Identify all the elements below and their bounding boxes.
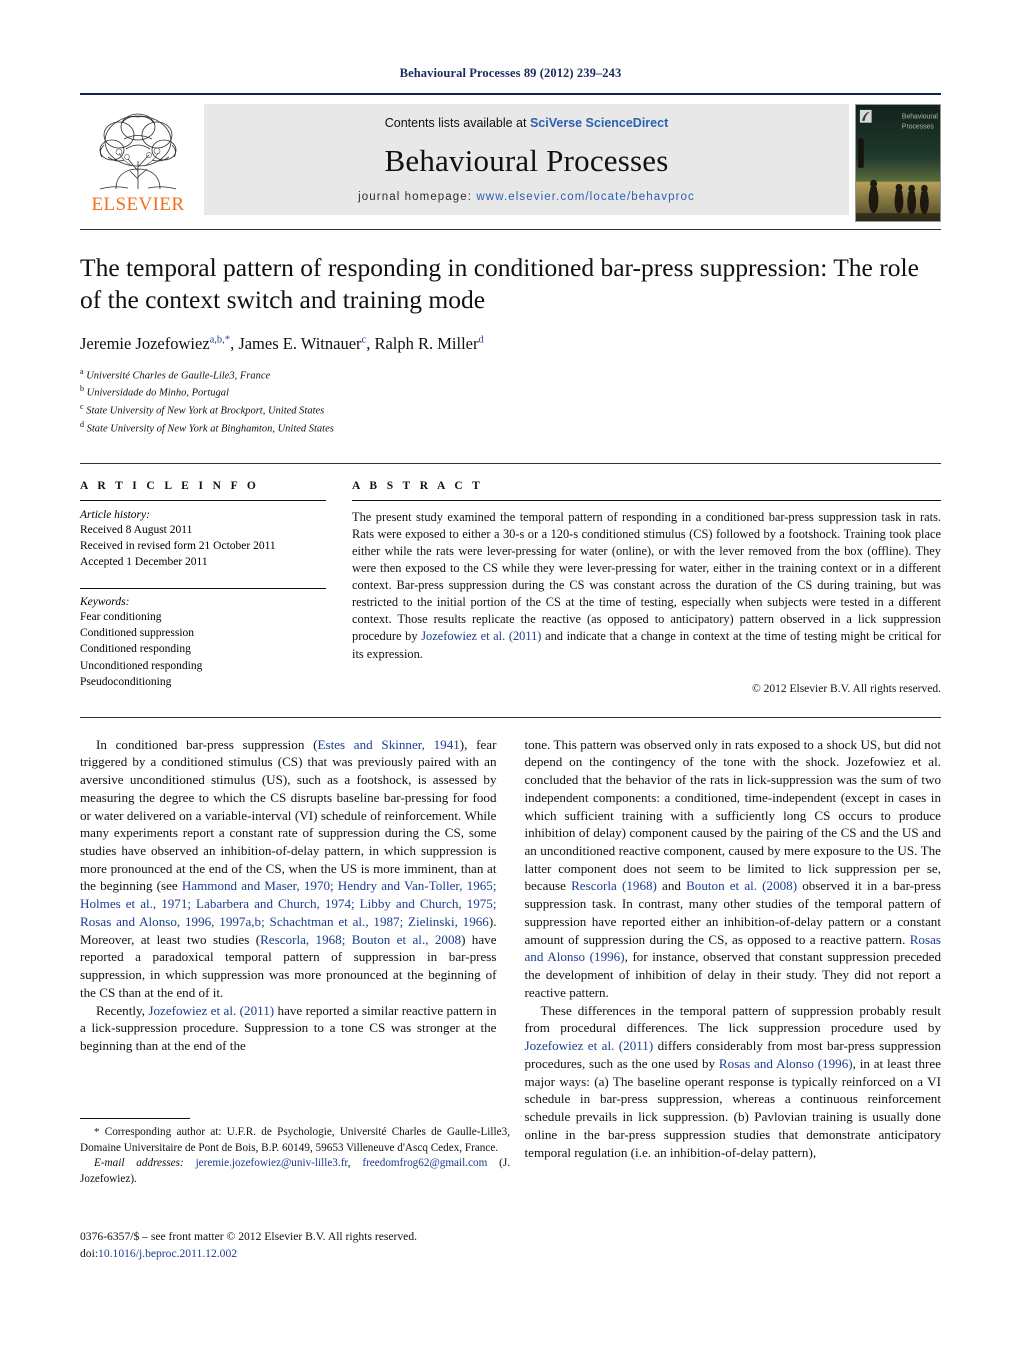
keyword-item: Conditioned responding <box>80 643 191 656</box>
title-block: The temporal pattern of responding in co… <box>80 230 941 437</box>
affiliation-marker: a <box>80 366 84 376</box>
affiliation-marker: b <box>80 384 84 394</box>
elsevier-tree-icon <box>99 113 177 190</box>
journal-homepage-line: journal homepage: www.elsevier.com/locat… <box>358 191 695 203</box>
article-info-heading: A R T I C L E I N F O <box>80 479 260 492</box>
affiliation-item: d State University of New York at Bingha… <box>80 419 941 437</box>
affiliation-marker: d <box>80 419 84 429</box>
journal-masthead: ELSEVIER Contents lists available at Sci… <box>80 93 941 222</box>
keyword-item: Fear conditioning <box>80 610 162 623</box>
elsevier-logo: ELSEVIER <box>80 104 196 215</box>
contents-lists-prefix: Contents lists available at <box>384 116 530 130</box>
contents-lists-line: Contents lists available at SciVerse Sci… <box>385 116 669 130</box>
affiliation-text: State University of New York at Binghamt… <box>86 423 334 435</box>
affiliation-item: a Université Charles de Gaulle-Lile3, Fr… <box>80 366 941 384</box>
issn-copyright-line: 0376-6357/$ – see front matter © 2012 El… <box>80 1230 418 1243</box>
info-abstract-row: A R T I C L E I N F O Article history: R… <box>80 464 941 695</box>
affiliation-item: b Universidade do Minho, Portugal <box>80 383 941 401</box>
affiliation-marker: c <box>80 402 84 412</box>
cover-title-line1: Behavioural <box>902 114 939 121</box>
affiliation-text: State University of New York at Brockpor… <box>86 405 325 417</box>
doi-line[interactable]: doi:10.1016/j.beproc.2011.12.002 <box>80 1246 550 1263</box>
abstract-heading: A B S T R A C T <box>352 479 484 492</box>
running-head: Behavioural Processes 89 (2012) 239–243 <box>399 66 622 80</box>
article-history-label: Article history: <box>80 508 150 521</box>
body-columns: In conditioned bar-press suppression (Es… <box>80 718 941 1162</box>
affiliation-item: c State University of New York at Brockp… <box>80 401 941 419</box>
article-page: Behavioural Processes 89 (2012) 239–243 <box>0 0 1021 1351</box>
footnote-block: * Corresponding author at: U.F.R. de Psy… <box>80 1118 510 1188</box>
keywords-label: Keywords: <box>80 595 130 608</box>
sciencedirect-link[interactable]: SciVerse ScienceDirect <box>530 116 668 130</box>
page-title: The temporal pattern of responding in co… <box>80 253 919 314</box>
author-list: Jeremie Jozefowieza,b,*, James E. Witnau… <box>80 333 484 353</box>
homepage-url[interactable]: www.elsevier.com/locate/behavproc <box>476 191 694 203</box>
article-info-column: A R T I C L E I N F O Article history: R… <box>80 480 326 695</box>
affiliation-text: Université Charles de Gaulle-Lile3, Fran… <box>86 370 271 382</box>
cover-title-line2: Processes <box>902 124 934 131</box>
body-column-right: tone. This pattern was observed only in … <box>525 736 942 1162</box>
doi-value[interactable]: 10.1016/j.beproc.2011.12.002 <box>98 1247 237 1260</box>
body-paragraph: These differences in the temporal patter… <box>524 1002 942 1160</box>
cover-artwork: Behavioural Processes <box>856 105 940 221</box>
homepage-label: journal homepage: <box>358 191 473 203</box>
body-paragraph: In conditioned bar-press suppression (Es… <box>80 736 497 1000</box>
article-history-item: Accepted 1 December 2011 <box>80 556 208 569</box>
keyword-item: Unconditioned responding <box>80 659 203 672</box>
keywords-rule <box>80 587 326 589</box>
body-paragraph: tone. This pattern was observed only in … <box>524 736 942 1000</box>
affiliation-list: a Université Charles de Gaulle-Lile3, Fr… <box>80 366 941 437</box>
corresponding-author-note: * Corresponding author at: U.F.R. de Psy… <box>80 1126 510 1154</box>
keyword-item: Pseudoconditioning <box>80 675 172 688</box>
footnote-rule <box>80 1118 190 1119</box>
journal-title: Behavioural Processes <box>384 142 669 178</box>
abstract-column: A B S T R A C T The present study examin… <box>352 480 941 695</box>
doi-label: doi: <box>80 1246 99 1260</box>
elsevier-wordmark: ELSEVIER <box>91 194 185 215</box>
imprint-block: 0376-6357/$ – see front matter © 2012 El… <box>80 1229 550 1263</box>
email-addresses-note[interactable]: E-mail addresses: jeremie.jozefowiez@uni… <box>80 1156 510 1187</box>
abstract-text: The present study examined the temporal … <box>352 509 942 661</box>
journal-banner: Contents lists available at SciVerse Sci… <box>204 104 849 215</box>
affiliation-text: Universidade do Minho, Portugal <box>86 387 229 399</box>
body-paragraph: Recently, Jozefowiez et al. (2011) have … <box>80 1002 497 1054</box>
body-column-left: In conditioned bar-press suppression (Es… <box>80 736 497 1162</box>
abstract-rule <box>352 499 941 501</box>
article-history-item: Received 8 August 2011 <box>80 523 193 536</box>
article-info-rule <box>80 499 326 501</box>
journal-cover-thumbnail[interactable]: Behavioural Processes <box>855 104 941 222</box>
article-history-item: Received in revised form 21 October 2011 <box>80 539 276 552</box>
keyword-item: Conditioned suppression <box>80 626 195 639</box>
abstract-copyright: © 2012 Elsevier B.V. All rights reserved… <box>752 682 941 695</box>
